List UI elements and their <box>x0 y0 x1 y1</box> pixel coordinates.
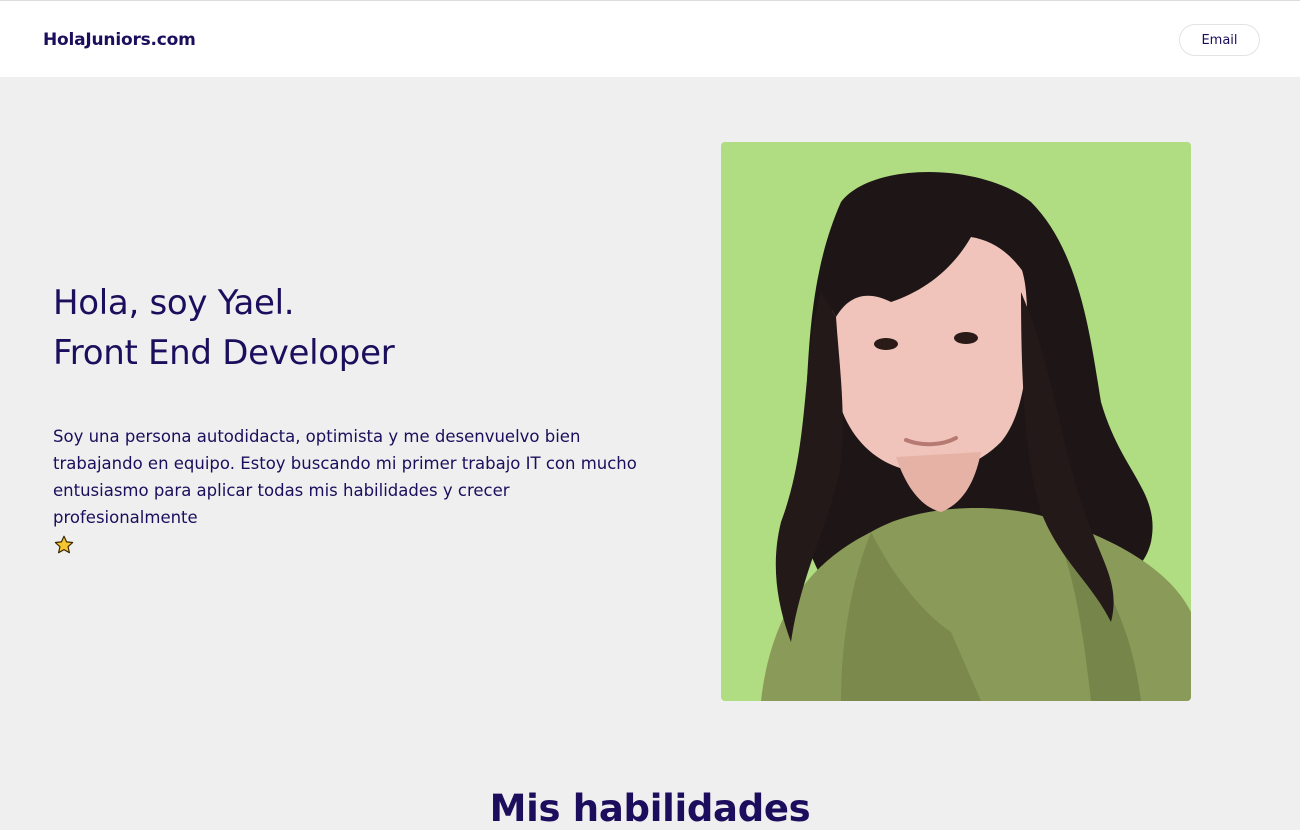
brand-logo[interactable]: HolaJuniors.com <box>43 30 196 50</box>
hero-title-greeting: Hola, soy Yael. <box>53 283 295 323</box>
profile-photo <box>721 142 1191 701</box>
hero-title: Hola, soy Yael. Front End Developer <box>53 278 395 378</box>
hero-title-role: Front End Developer <box>53 333 395 373</box>
profile-illustration <box>761 172 1191 701</box>
hero-description-text: Soy una persona autodidacta, optimista y… <box>53 427 637 527</box>
site-header: HolaJuniors.com Email <box>0 0 1300 77</box>
hero-description: Soy una persona autodidacta, optimista y… <box>53 423 643 556</box>
email-button[interactable]: Email <box>1179 24 1260 56</box>
star-icon <box>54 535 74 554</box>
